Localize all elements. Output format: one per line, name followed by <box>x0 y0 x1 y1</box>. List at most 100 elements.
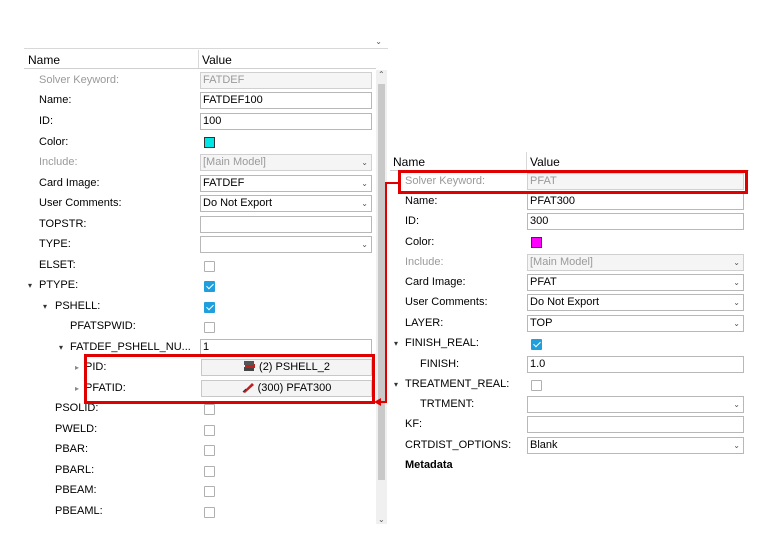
chevron-down-icon: ⌄ <box>361 199 368 208</box>
chevron-down-icon: ⌄ <box>361 158 368 167</box>
value-column-header: Value <box>202 53 232 67</box>
row-name: Name: FATDEF100 <box>24 91 376 111</box>
row-finish: FINISH: 1.0 <box>390 355 749 375</box>
color-label: Color: <box>39 136 69 148</box>
card-image-value: PFAT <box>530 276 557 288</box>
finish-field[interactable]: 1.0 <box>527 356 744 373</box>
row-card-image: Card Image: PFAT ⌄ <box>390 273 749 293</box>
treatment-real-label: TREATMENT_REAL: <box>405 378 510 390</box>
chevron-down-icon: ⌄ <box>733 258 740 267</box>
layer-label: LAYER: <box>405 317 444 329</box>
row-user-comments: User Comments: Do Not Export ⌄ <box>390 293 749 313</box>
user-comments-label: User Comments: <box>405 296 488 308</box>
expand-arrow-icon[interactable]: ▾ <box>28 281 32 290</box>
id-field[interactable]: 100 <box>200 113 372 130</box>
row-card-image: Card Image: FATDEF ⌄ <box>24 174 376 194</box>
solver-keyword-field: FATDEF <box>200 72 372 89</box>
left-entity-editor: ⌄ Name Value Solver Keyword: FATDEF Name… <box>24 36 388 526</box>
layer-select[interactable]: TOP ⌄ <box>527 315 744 332</box>
expand-arrow-icon[interactable]: ▾ <box>43 302 47 311</box>
scroll-up-icon[interactable]: ⌃ <box>378 70 385 79</box>
header-divider <box>24 68 376 69</box>
elset-checkbox[interactable] <box>204 261 215 272</box>
row-pbar: PBAR: <box>24 440 376 460</box>
metadata-heading: Metadata <box>405 459 453 471</box>
name-label: Name: <box>39 94 72 106</box>
color-label: Color: <box>405 236 435 248</box>
collapse-arrow-icon[interactable]: ▸ <box>75 384 79 393</box>
pbar-checkbox[interactable] <box>204 445 215 456</box>
row-color: Color: <box>390 233 749 253</box>
pweld-checkbox[interactable] <box>204 425 215 436</box>
pbeaml-checkbox[interactable] <box>204 507 215 518</box>
kf-field[interactable] <box>527 416 744 433</box>
card-image-select[interactable]: PFAT ⌄ <box>527 274 744 291</box>
pshell-checkbox[interactable] <box>204 302 215 313</box>
row-elset: ELSET: <box>24 256 376 276</box>
pbeaml-label: PBEAML: <box>55 505 103 517</box>
trtment-select[interactable]: ⌄ <box>527 396 744 413</box>
highlight-box-references <box>84 354 375 404</box>
ptype-label: PTYPE: <box>39 279 79 291</box>
pfatspwid-checkbox[interactable] <box>204 322 215 333</box>
finish-real-label: FINISH_REAL: <box>405 337 479 349</box>
pbeam-label: PBEAM: <box>55 484 97 496</box>
row-pbarl: PBARL: <box>24 461 376 481</box>
card-image-label: Card Image: <box>39 177 100 189</box>
user-comments-value: Do Not Export <box>203 197 273 209</box>
finish-real-checkbox[interactable] <box>531 339 542 350</box>
vertical-scrollbar[interactable]: ⌃ ⌄ <box>376 70 387 524</box>
type-select[interactable]: ⌄ <box>200 236 372 253</box>
row-pbeam: PBEAM: <box>24 481 376 501</box>
collapse-arrow-icon[interactable]: ▸ <box>75 363 79 372</box>
row-pbeaml: PBEAML: <box>24 502 376 522</box>
id-label: ID: <box>39 115 54 127</box>
topstr-label: TOPSTR: <box>39 218 87 230</box>
row-crtdist-options: CRTDIST_OPTIONS: Blank ⌄ <box>390 436 749 456</box>
color-swatch[interactable] <box>531 237 542 248</box>
expand-arrow-icon[interactable]: ▾ <box>394 380 398 389</box>
highlight-box-solver-keyword <box>398 170 748 194</box>
value-column-header: Value <box>530 155 560 169</box>
user-comments-select[interactable]: Do Not Export ⌄ <box>200 195 372 212</box>
topstr-field[interactable] <box>200 216 372 233</box>
row-ptype: ▾ PTYPE: <box>24 276 376 296</box>
user-comments-value: Do Not Export <box>530 296 600 308</box>
include-value: [Main Model] <box>203 156 266 168</box>
name-field[interactable]: PFAT300 <box>527 193 744 210</box>
row-include: Include: [Main Model] ⌄ <box>390 253 749 273</box>
pweld-label: PWELD: <box>55 423 98 435</box>
ptype-checkbox[interactable] <box>204 281 215 292</box>
crtdist-options-value: Blank <box>530 439 558 451</box>
expand-arrow-icon[interactable]: ▾ <box>59 343 63 352</box>
expand-arrow-icon[interactable]: ▾ <box>394 339 398 348</box>
top-cut-strip <box>24 36 388 49</box>
row-include: Include: [Main Model] ⌄ <box>24 153 376 173</box>
right-entity-editor: Name Value Solver Keyword: PFAT Name: PF… <box>390 152 749 526</box>
row-kf: KF: <box>390 415 749 435</box>
collapse-chevron-icon[interactable]: ⌄ <box>375 37 382 46</box>
color-swatch[interactable] <box>204 137 215 148</box>
crtdist-options-label: CRTDIST_OPTIONS: <box>405 439 512 451</box>
solver-keyword-label: Solver Keyword: <box>39 74 120 86</box>
column-divider <box>198 50 199 68</box>
name-field[interactable]: FATDEF100 <box>200 92 372 109</box>
name-column-header: Name <box>28 53 61 67</box>
row-pshell: ▾ PSHELL: <box>24 297 376 317</box>
name-column-header: Name <box>393 155 426 169</box>
row-user-comments: User Comments: Do Not Export ⌄ <box>24 194 376 214</box>
treatment-real-checkbox[interactable] <box>531 380 542 391</box>
pbarl-checkbox[interactable] <box>204 466 215 477</box>
crtdist-options-select[interactable]: Blank ⌄ <box>527 437 744 454</box>
psolid-checkbox[interactable] <box>204 404 215 415</box>
card-image-select[interactable]: FATDEF ⌄ <box>200 175 372 192</box>
scrollbar-thumb[interactable] <box>378 84 385 480</box>
user-comments-select[interactable]: Do Not Export ⌄ <box>527 294 744 311</box>
pbeam-checkbox[interactable] <box>204 486 215 497</box>
include-label: Include: <box>405 256 444 268</box>
id-field[interactable]: 300 <box>527 213 744 230</box>
row-treatment-real: ▾ TREATMENT_REAL: <box>390 375 749 395</box>
include-select: [Main Model] ⌄ <box>200 154 372 171</box>
scroll-down-icon[interactable]: ⌄ <box>378 515 385 524</box>
include-select: [Main Model] ⌄ <box>527 254 744 271</box>
